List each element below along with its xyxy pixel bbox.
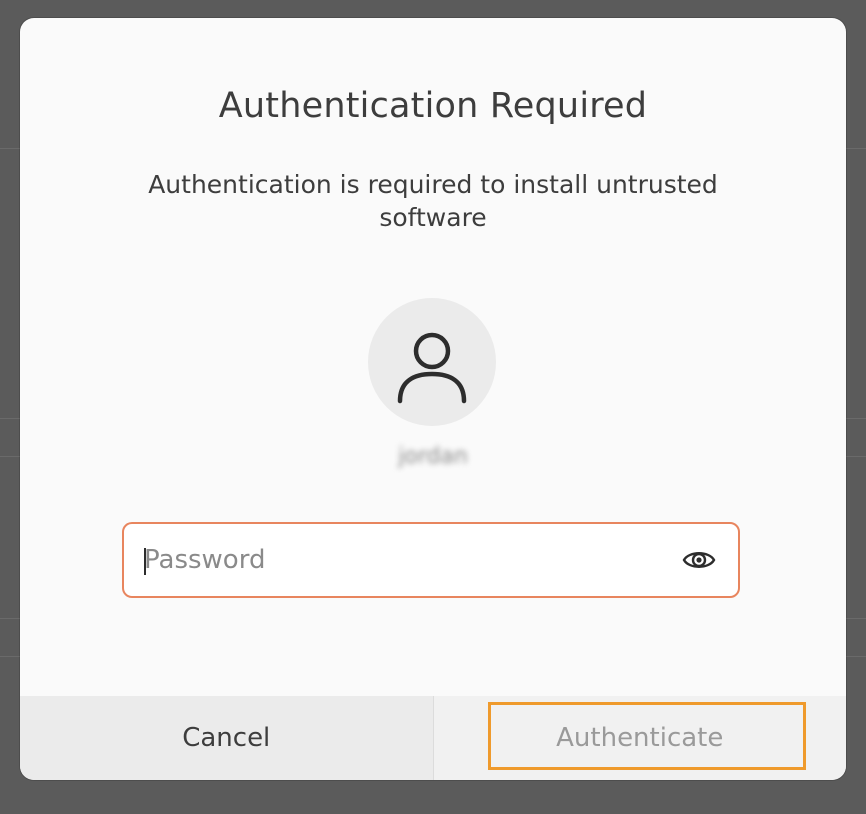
password-field[interactable] bbox=[122, 522, 740, 598]
reveal-password-button[interactable] bbox=[682, 546, 716, 574]
authentication-dialog: Authentication Required Authentication i… bbox=[20, 18, 846, 780]
authenticate-button[interactable]: Authenticate bbox=[433, 696, 846, 780]
dialog-button-bar: Cancel Authenticate bbox=[20, 696, 846, 780]
dialog-message-line2: software bbox=[379, 203, 487, 232]
authenticate-button-label: Authenticate bbox=[556, 723, 724, 753]
text-caret bbox=[144, 548, 146, 575]
cancel-button-label: Cancel bbox=[182, 723, 271, 753]
username-label: jordan bbox=[398, 444, 468, 469]
user-avatar bbox=[368, 298, 496, 426]
dialog-message-line1: Authentication is required to install un… bbox=[148, 170, 718, 199]
cancel-button[interactable]: Cancel bbox=[20, 696, 434, 780]
dialog-title: Authentication Required bbox=[218, 86, 648, 126]
password-input[interactable] bbox=[144, 524, 664, 596]
dialog-message: Authentication is required to install un… bbox=[20, 168, 846, 234]
eye-icon bbox=[682, 552, 716, 568]
user-avatar-icon bbox=[397, 332, 467, 404]
